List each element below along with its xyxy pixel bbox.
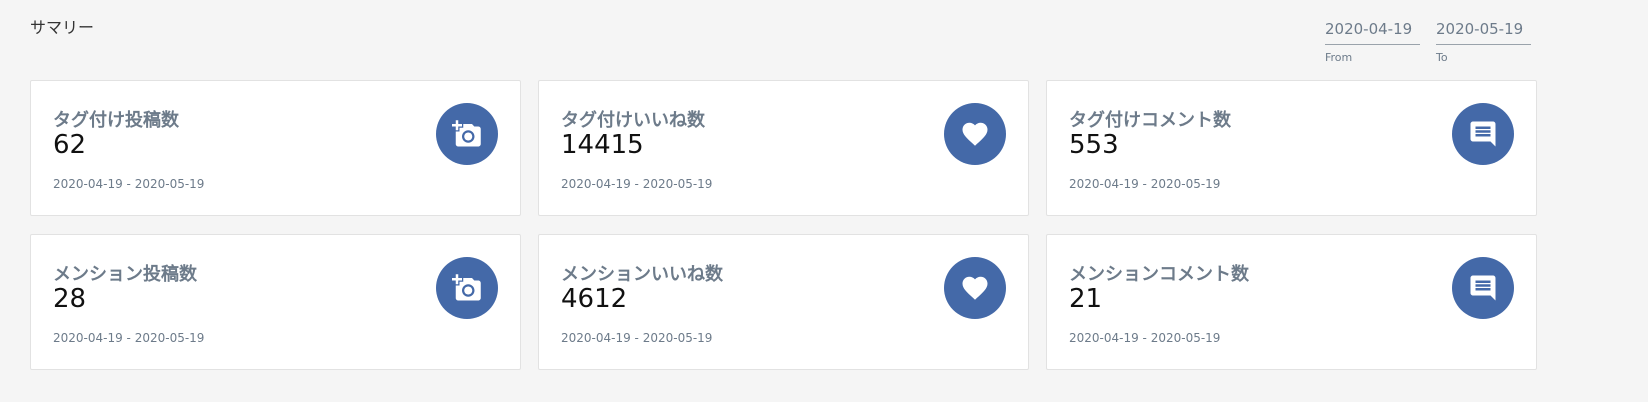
card-title: タグ付けいいね数 [561,110,705,131]
card-date-range: 2020-04-19 - 2020-05-19 [1069,331,1221,345]
card-value: 21 [1069,284,1103,314]
card-value: 553 [1069,130,1119,160]
summary-card-mention-likes: メンションいいね数 4612 2020-04-19 - 2020-05-19 [538,234,1029,370]
comment-icon [1452,257,1514,319]
summary-card-mention-comments: メンションコメント数 21 2020-04-19 - 2020-05-19 [1046,234,1537,370]
summary-card-tagged-posts: タグ付け投稿数 62 2020-04-19 - 2020-05-19 [30,80,521,216]
card-value: 62 [53,130,87,160]
card-value: 4612 [561,284,628,314]
card-date-range: 2020-04-19 - 2020-05-19 [561,177,713,191]
to-date-label: To [1436,51,1448,64]
page-title: サマリー [30,18,95,37]
heart-icon [944,103,1006,165]
card-title: タグ付け投稿数 [53,110,179,131]
from-date-field[interactable]: 2020-04-19 From [1325,20,1420,64]
card-title: メンション投稿数 [53,264,197,285]
add-photo-icon [436,103,498,165]
heart-icon [944,257,1006,319]
comment-icon [1452,103,1514,165]
card-date-range: 2020-04-19 - 2020-05-19 [1069,177,1221,191]
summary-card-tagged-likes: タグ付けいいね数 14415 2020-04-19 - 2020-05-19 [538,80,1029,216]
card-title: タグ付けコメント数 [1069,110,1231,131]
to-date-input[interactable]: 2020-05-19 [1436,20,1531,45]
add-photo-icon [436,257,498,319]
card-date-range: 2020-04-19 - 2020-05-19 [561,331,713,345]
from-date-label: From [1325,51,1353,64]
card-title: メンションいいね数 [561,264,723,285]
card-value: 14415 [561,130,644,160]
card-date-range: 2020-04-19 - 2020-05-19 [53,177,205,191]
summary-card-tagged-comments: タグ付けコメント数 553 2020-04-19 - 2020-05-19 [1046,80,1537,216]
card-value: 28 [53,284,87,314]
summary-card-mention-posts: メンション投稿数 28 2020-04-19 - 2020-05-19 [30,234,521,370]
card-date-range: 2020-04-19 - 2020-05-19 [53,331,205,345]
card-title: メンションコメント数 [1069,264,1249,285]
to-date-field[interactable]: 2020-05-19 To [1436,20,1531,64]
from-date-input[interactable]: 2020-04-19 [1325,20,1420,45]
